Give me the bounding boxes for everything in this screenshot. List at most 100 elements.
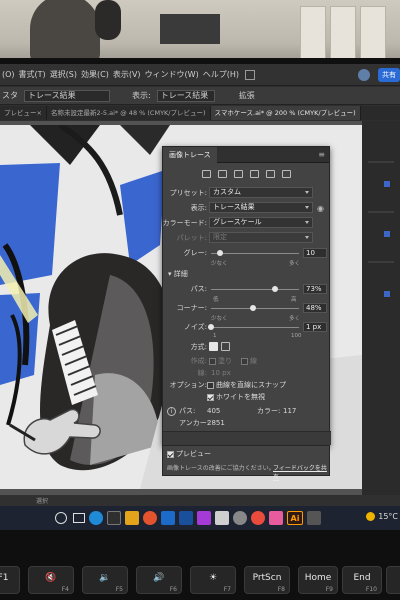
ignore-white-row: ホワイトを無視 [163,391,331,403]
advanced-toggle[interactable]: ▾ 詳細 [168,269,188,279]
search-icon[interactable] [55,512,67,524]
view-row: 表示: トレース結果 ◉ [163,202,331,214]
low-color-icon[interactable] [233,169,243,178]
palette-select[interactable]: 限定 [209,232,313,243]
share-button[interactable]: 共有 [378,68,400,82]
colors-stat-value: 117 [283,407,297,415]
key-prtscn[interactable]: PrtScn F8 [244,566,290,594]
terminal-icon[interactable] [107,511,121,525]
path-slider-knob[interactable] [272,286,279,292]
weather-widget[interactable]: 15°C [366,512,398,521]
task-view-icon[interactable] [73,513,85,523]
view-select[interactable]: トレース結果 [209,202,313,213]
preview-checkbox[interactable]: プレビュー [167,449,211,459]
menu-item-window[interactable]: ウィンドウ(W) [145,69,199,80]
chrome-icon[interactable] [251,511,265,525]
key-volume-down[interactable]: 🔉 F5 [82,566,128,594]
tab-preview[interactable]: プレビュー× [0,106,47,120]
corner-value[interactable]: 48% [303,303,327,313]
tab-document-2[interactable]: スマホケース.ai* @ 200 % (CMYK/プレビュー) [210,106,361,120]
stroke-checkbox[interactable]: 線 [241,355,257,367]
noise-row: ノイズ: 1 px [163,321,331,333]
menu-item-object[interactable]: (O) [2,70,15,79]
snap-curves-checkbox[interactable]: 曲線を直線にスナップ [207,379,286,391]
mode-select[interactable]: グレースケール [209,217,313,228]
menu-item-select[interactable]: 選択(S) [50,69,77,80]
key-home[interactable]: Home F9 [298,566,338,594]
tab-image-trace[interactable]: 画像トレース [163,147,217,163]
function-key-row: F1 🔇 F4 🔉 F5 🔊 F6 ☀ F7 PrtScn F8 Home F9 End F1… [0,566,400,596]
gray-value[interactable]: 10 [303,248,327,258]
key-mute[interactable]: 🔇 F4 [28,566,74,594]
ignore-white-label: ホワイトを無視 [216,393,265,401]
gray-slider[interactable] [211,250,299,256]
swatch-icon[interactable] [384,181,390,187]
workspace-icon[interactable] [244,69,255,80]
explorer-icon[interactable] [125,511,139,525]
feedback-link[interactable]: フィードバックを共有 [273,463,329,481]
key-f1[interactable]: F1 [0,566,20,594]
noise-value[interactable]: 1 px [303,322,327,332]
menu-item-help[interactable]: ヘルプ(H) [203,69,239,80]
gray-label: グレー: [183,249,207,257]
auto-color-icon[interactable] [201,169,211,178]
outline-icon[interactable] [281,169,291,178]
image-trace-panel: 画像トレース ≡ プリセット: カスタム 表示: トレース結果 ◉ カラーモード… [162,146,331,446]
word-icon[interactable] [179,511,193,525]
mode-label: カラーモード: [162,219,207,227]
create-row: 作成: 塗り 線 [163,355,331,367]
panel-menu-icon[interactable]: ≡ [318,150,325,159]
path-value[interactable]: 73% [303,284,327,294]
options-bar: スタ トレース結果 表示: トレース結果 拡張 [0,87,400,105]
preset-dropdown[interactable]: トレース結果 [24,89,110,102]
firefox-icon[interactable] [143,511,157,525]
edge-icon[interactable] [89,511,103,525]
corner-slider-knob[interactable] [250,305,257,311]
eye-icon[interactable]: ◉ [317,203,324,215]
view-dropdown[interactable]: トレース結果 [156,89,215,102]
abutting-method-icon[interactable] [209,342,218,351]
noise-slider[interactable] [208,324,299,330]
ignore-white-checkbox[interactable]: ホワイトを無視 [207,391,265,403]
method-label: 方式: [190,343,207,351]
settings-gear-icon[interactable] [233,511,247,525]
anchors-stat-label: アンカー: [179,419,210,427]
tab-document-1[interactable]: 名称未設定最新2-5.ai* @ 48 % (CMYK/プレビュー) [47,106,211,120]
stroke-value[interactable]: 10 px [211,367,231,379]
expand-button[interactable]: 拡張 [239,90,255,101]
avatar[interactable] [358,69,370,81]
key-end[interactable]: End F10 [342,566,382,594]
panel-bottom: プレビュー 画像トレースの改善にご協力ください。 フィードバックを共有 [162,446,330,481]
key-partial[interactable] [386,566,400,594]
panel-header: 画像トレース ≡ [163,147,329,163]
key-volume-up[interactable]: 🔊 F6 [136,566,182,594]
illustrator-icon[interactable]: Ai [287,511,303,525]
divider [368,161,394,163]
app-icon[interactable] [269,511,283,525]
noise-slider-knob[interactable] [208,324,214,330]
app-icon[interactable] [197,511,211,525]
menu-item-type[interactable]: 書式(T) [19,69,46,80]
grayscale-icon[interactable] [249,169,259,178]
person-silhouette [30,0,100,64]
anchors-row: アンカー: 2851 [163,417,331,429]
menu-item-view[interactable]: 表示(V) [113,69,141,80]
black-white-icon[interactable] [265,169,275,178]
app-icon[interactable] [307,511,321,525]
corner-slider[interactable] [211,305,299,311]
outlook-icon[interactable] [161,511,175,525]
status-text: 選択 [36,498,49,505]
overlapping-method-icon[interactable] [221,342,230,351]
panel-footer [163,431,331,445]
swatch-icon[interactable] [384,291,390,297]
preset-select[interactable]: カスタム [209,187,313,198]
fill-checkbox[interactable]: 塗り [209,355,232,367]
path-slider[interactable] [211,286,299,292]
shelf [360,6,386,60]
high-color-icon[interactable] [217,169,227,178]
gray-slider-knob[interactable] [216,250,223,256]
menu-item-effect[interactable]: 効果(C) [81,69,109,80]
app-icon[interactable] [215,511,229,525]
key-brightness[interactable]: ☀ F7 [190,566,236,594]
swatch-icon[interactable] [384,231,390,237]
